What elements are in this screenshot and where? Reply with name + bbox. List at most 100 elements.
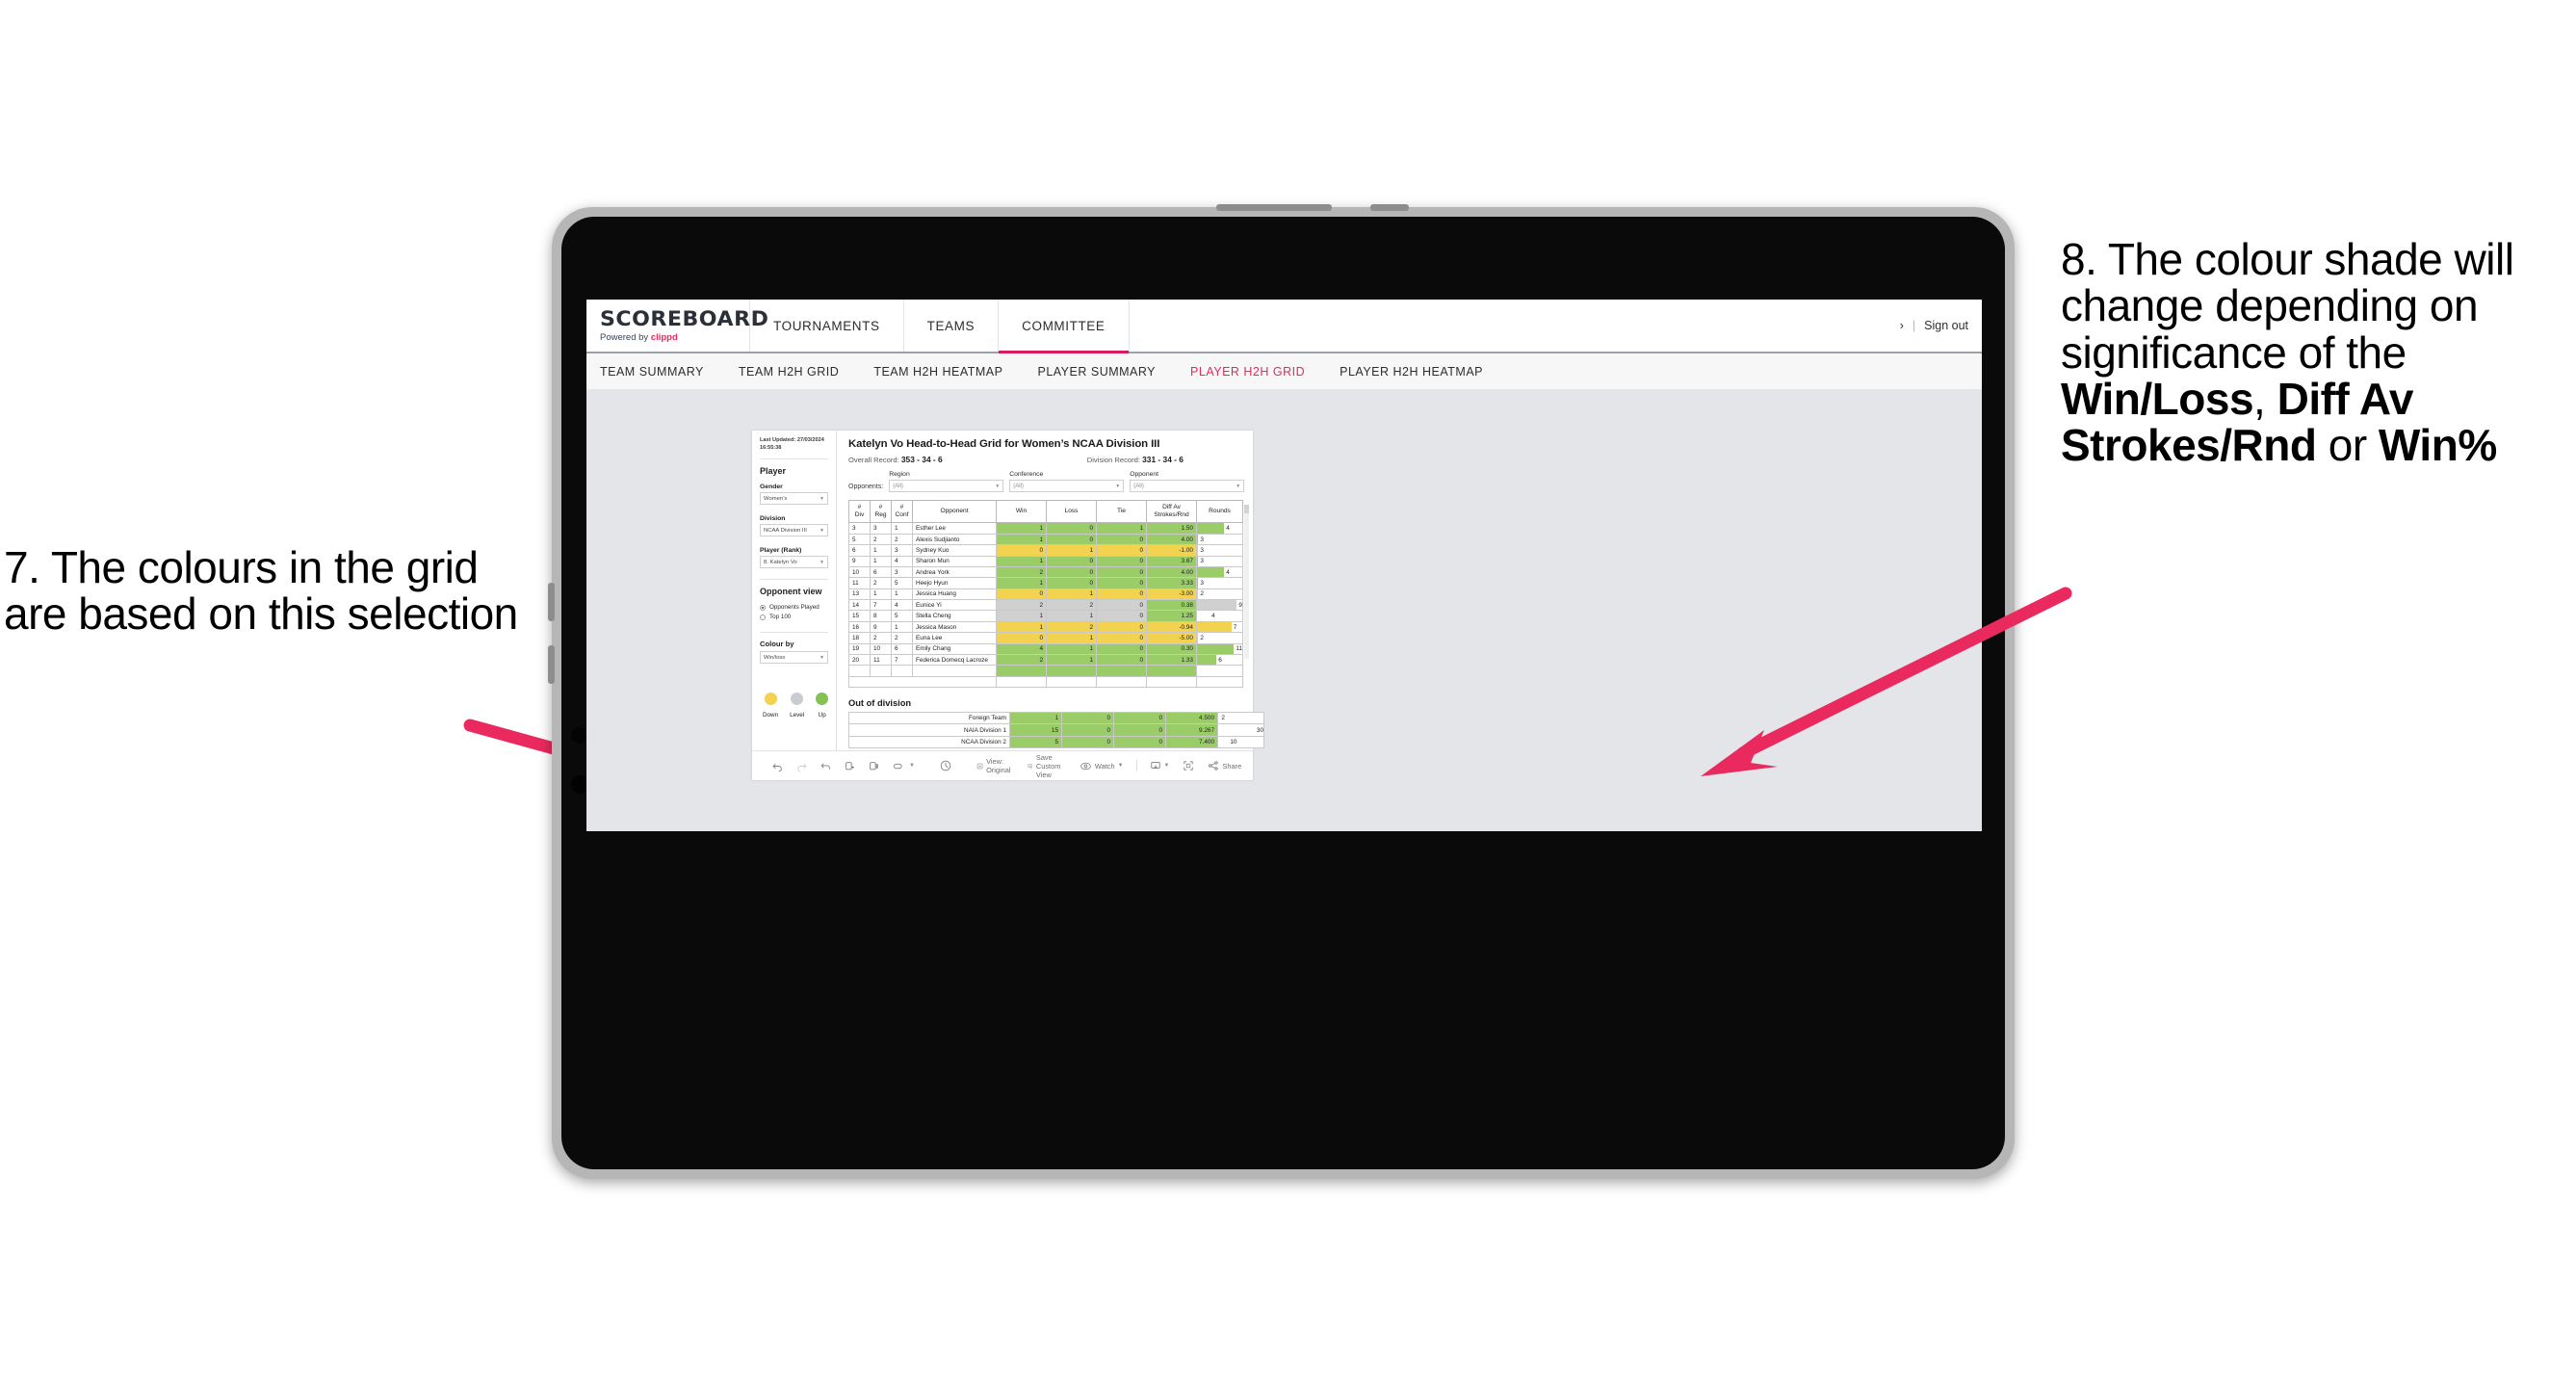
subtab-player-summary[interactable]: PLAYER SUMMARY <box>1037 365 1177 379</box>
table-row[interactable]: 20 11 7 Federica Domecq Lacroze 2 1 0 1.33 6 <box>848 653 1243 667</box>
radio-selected-icon <box>760 604 766 611</box>
filter-opponent-select[interactable]: (All) ▼ <box>1130 480 1245 492</box>
table-scrollbar[interactable] <box>1244 505 1249 659</box>
table-row[interactable]: 19 10 6 Emily Chang 4 1 0 0.30 11 <box>848 642 1243 655</box>
table-row[interactable]: 11 2 5 Heejo Hyun 1 0 0 3.33 3 <box>848 577 1243 589</box>
legend-dot-down <box>764 693 777 706</box>
save-custom-view-button[interactable]: Save Custom View <box>1021 753 1072 779</box>
brand-subtitle: Powered by clippd <box>600 332 749 343</box>
table-cell: Heejo Hyun <box>912 577 997 589</box>
out-of-division-row[interactable]: NCAA Division 2 5 0 0 7.400 10 <box>848 735 1264 749</box>
subtab-player-h2h-grid[interactable]: PLAYER H2H GRID <box>1190 365 1326 379</box>
nav-tab-tournaments[interactable]: TOURNAMENTS <box>750 300 904 352</box>
table-cell <box>912 675 997 689</box>
revert-button[interactable] <box>814 761 838 771</box>
radio-top-100[interactable]: Top 100 <box>760 614 828 620</box>
nav-tab-committee[interactable]: COMMITTEE <box>999 300 1130 353</box>
table-cell: 7 <box>891 653 913 667</box>
pause-button[interactable] <box>862 761 886 771</box>
rounds-bar-cell: 7 <box>1196 620 1243 634</box>
chevron-right-icon[interactable]: › <box>1900 319 1904 332</box>
table-cell: 0 <box>1096 533 1147 546</box>
filter-region-select[interactable]: (All) ▼ <box>889 480 1004 492</box>
highlight-button[interactable]: ▼ <box>886 761 922 771</box>
table-cell: 1 <box>1046 632 1097 644</box>
out-of-division-row[interactable]: NAIA Division 1 15 0 0 9.267 30 <box>848 723 1264 737</box>
subtab-team-h2h-grid[interactable]: TEAM H2H GRID <box>739 365 860 379</box>
nav-tab-tournaments-label: TOURNAMENTS <box>773 318 880 333</box>
table-cell: 4.00 <box>1146 565 1197 579</box>
table-cell: Stella Cheng <box>912 610 997 622</box>
viz-toolbar: ▼ View: Original Save Custom View Watch … <box>752 750 1253 780</box>
table-cell: 1 <box>996 533 1047 546</box>
header-right: › | Sign out <box>1900 300 1982 352</box>
gender-select[interactable]: Women’s ▼ <box>760 492 828 506</box>
annotation-7: 7. The colours in the grid are based on … <box>4 544 524 638</box>
table-scrollbar-thumb[interactable] <box>1244 505 1249 513</box>
table-row[interactable]: 3 3 1 Esther Lee 1 0 1 1.50 4 <box>848 522 1243 535</box>
table-cell: 15 <box>1009 723 1062 737</box>
table-row[interactable]: 16 9 1 Jessica Mason 1 2 0 -0.94 7 <box>848 620 1243 634</box>
table-cell: 9 <box>870 620 892 634</box>
nav-tab-teams[interactable]: TEAMS <box>903 300 1000 352</box>
table-cell: 0 <box>1046 555 1097 567</box>
subtab-team-summary[interactable]: TEAM SUMMARY <box>600 365 725 379</box>
download-button[interactable]: ▼ <box>1143 760 1177 771</box>
table-row[interactable]: 14 7 4 Eunice Yi 2 2 0 0.38 9 <box>848 599 1243 612</box>
pause-auto-update-button[interactable] <box>933 760 958 771</box>
table-row[interactable]: 6 1 3 Sydney Kuo 0 1 0 -1.00 3 <box>848 544 1243 557</box>
rounds-bar-cell: 2 <box>1196 588 1243 601</box>
annotation-8: 8. The colour shade will change dependin… <box>2061 236 2571 468</box>
subtab-player-h2h-heatmap[interactable]: PLAYER H2H HEATMAP <box>1340 365 1504 379</box>
redo-button[interactable] <box>790 761 814 771</box>
player-rank-select-value: 8. Katelyn Vo <box>764 559 797 565</box>
out-of-division-row[interactable]: Foreign Team 1 0 0 4.500 2 <box>848 712 1264 725</box>
col-header-loss[interactable]: Loss <box>1046 499 1097 524</box>
player-rank-select[interactable]: 8. Katelyn Vo ▼ <box>760 556 828 569</box>
col-header-win[interactable]: Win <box>996 499 1047 524</box>
table-cell <box>848 665 871 677</box>
filter-conference-select[interactable]: (All) ▼ <box>1009 480 1125 492</box>
sign-out-button[interactable]: Sign out <box>1924 319 1968 332</box>
chevron-down-icon: ▼ <box>820 495 824 502</box>
table-row[interactable]: 5 2 2 Alexis Sudjianto 1 0 0 4.00 3 <box>848 533 1243 546</box>
table-row[interactable]: 15 8 5 Stella Cheng 1 1 0 1.25 4 <box>848 610 1243 622</box>
toolbar-divider <box>1135 760 1137 771</box>
table-row[interactable]: 9 1 4 Sharon Mun 1 0 0 3.67 3 <box>848 555 1243 567</box>
subtab-team-h2h-heatmap[interactable]: TEAM H2H HEATMAP <box>873 365 1024 379</box>
col-header-diff-av-strokes-rnd[interactable]: Diff Av Strokes/Rnd <box>1146 499 1197 524</box>
colour-by-select[interactable]: Win/loss ▼ <box>760 651 828 665</box>
table-cell: 1 <box>1046 588 1097 601</box>
division-select[interactable]: NCAA Division III ▼ <box>760 524 828 537</box>
col-header-reg[interactable]: # Reg <box>870 499 892 524</box>
col-header-rounds[interactable]: Rounds <box>1196 499 1243 524</box>
fullscreen-button[interactable] <box>1176 760 1201 771</box>
col-header-conf[interactable]: # Conf <box>891 499 913 524</box>
table-row[interactable]: 10 6 3 Andrea York 2 0 0 4.00 4 <box>848 565 1243 579</box>
filter-region: Region (All) ▼ <box>889 471 1004 492</box>
radio-opponents-played[interactable]: Opponents Played <box>760 604 828 611</box>
toolbar-right: Watch ▼ ▼ Share <box>1073 760 1258 771</box>
table-cell: 1 <box>996 610 1047 622</box>
rounds-bar-cell: 3 <box>1196 533 1243 546</box>
refresh-button[interactable] <box>838 761 862 771</box>
watch-button[interactable]: Watch ▼ <box>1073 761 1131 771</box>
table-row[interactable]: 18 2 2 Euna Lee 0 1 0 -5.00 2 <box>848 632 1243 644</box>
undo-button[interactable] <box>766 761 790 771</box>
col-header-tie[interactable]: Tie <box>1096 499 1147 524</box>
table-cell: 20 <box>848 653 871 667</box>
watch-label: Watch <box>1094 761 1115 771</box>
table-cell: 2 <box>1046 620 1097 634</box>
share-button[interactable]: Share <box>1201 760 1248 771</box>
opponents-label: Opponents: <box>848 484 884 490</box>
rounds-bar-cell: 6 <box>1196 653 1243 667</box>
table-cell: 4 <box>891 599 913 612</box>
col-header-div[interactable]: # Div <box>848 499 871 524</box>
tablet-top-button-2 <box>1370 204 1409 211</box>
col-header-opponent[interactable]: Opponent <box>912 499 997 524</box>
table-row[interactable]: 13 1 1 Jessica Huang 0 1 0 -3.00 2 <box>848 588 1243 601</box>
table-cell: 3.33 <box>1146 577 1197 589</box>
filter-opponent-label: Opponent <box>1130 471 1159 478</box>
tablet-side-button-1 <box>548 583 555 621</box>
view-original-button[interactable]: View: Original <box>970 757 1021 774</box>
